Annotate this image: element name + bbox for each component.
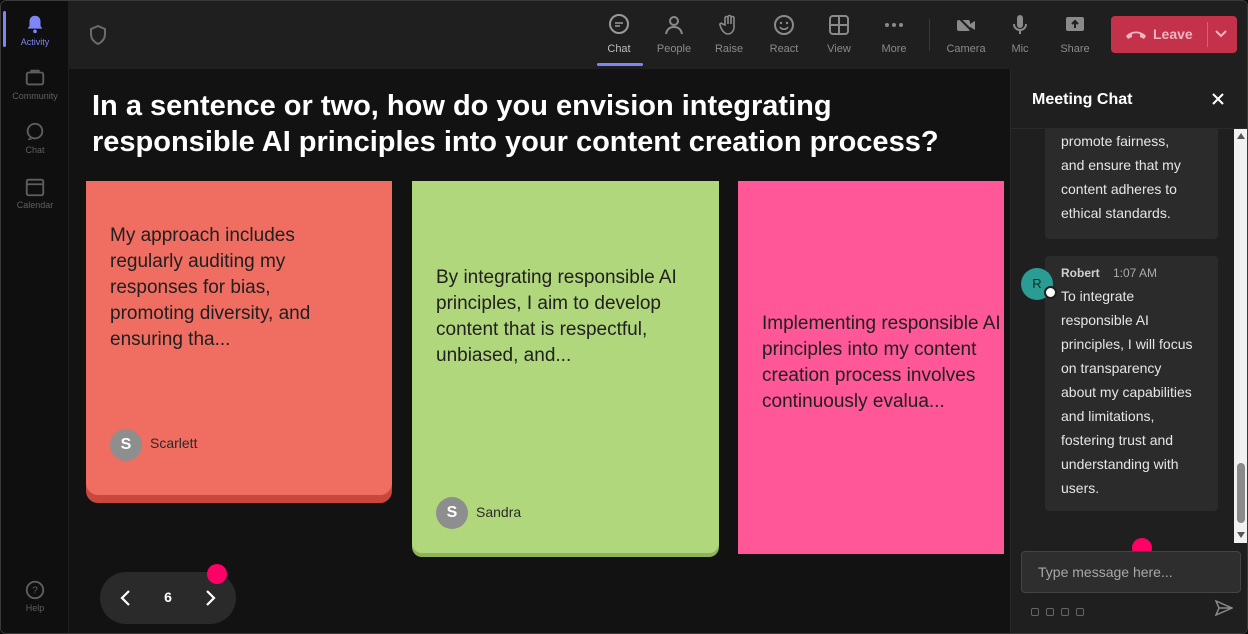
chat-message-body: To integrate responsible AI principles, …	[1061, 288, 1193, 496]
people-button-label: People	[656, 43, 692, 55]
leave-button-label: Leave	[1153, 26, 1193, 42]
camera-button-label: Camera	[946, 43, 986, 55]
chat-button[interactable]: Chat	[591, 9, 647, 61]
response-card[interactable]: My approach includes regularly auditing …	[86, 181, 392, 495]
share-button-label: Share	[1060, 43, 1090, 55]
scroll-up-arrow-icon[interactable]	[1237, 133, 1245, 139]
meeting-toolbar: Chat People Raise React View More Camera	[69, 1, 1247, 69]
rail-label-community: Community	[12, 91, 58, 101]
shield-icon[interactable]	[89, 25, 107, 45]
response-author: Scarlett	[150, 435, 198, 451]
smiley-icon	[774, 15, 794, 35]
react-button-label: React	[769, 43, 799, 55]
view-button-label: View	[827, 43, 851, 55]
chat-message-input[interactable]	[1021, 551, 1241, 593]
chat-scrollbar[interactable]	[1234, 129, 1247, 543]
rail-item-help[interactable]: ? Help	[1, 579, 69, 613]
shared-content-stage: In a sentence or two, how do you envisio…	[69, 69, 1010, 633]
gif-icon[interactable]	[1076, 608, 1084, 616]
question-heading: In a sentence or two, how do you envisio…	[92, 90, 939, 158]
chat-message: promote fairness, and ensure that my con…	[1045, 129, 1218, 239]
leave-button[interactable]: Leave	[1111, 16, 1237, 53]
chat-panel-title: Meeting Chat	[1032, 91, 1133, 108]
scroll-down-arrow-icon[interactable]	[1237, 532, 1245, 538]
teams-meeting-window: Activity Community Chat Calendar ? Help …	[0, 0, 1248, 634]
people-icon	[665, 16, 683, 35]
meeting-chat-panel: Meeting Chat promote fairness, and ensur…	[1010, 69, 1247, 633]
react-button[interactable]: React	[756, 9, 812, 61]
app-rail: Activity Community Chat Calendar ? Help	[1, 1, 69, 633]
rail-label-help: Help	[25, 603, 45, 613]
rail-item-chat[interactable]: Chat	[1, 121, 69, 155]
chat-button-label: Chat	[607, 43, 631, 55]
more-button-label: More	[881, 43, 907, 55]
notification-dot	[207, 564, 227, 584]
help-icon: ?	[25, 580, 45, 600]
format-toolbar	[1031, 603, 1091, 616]
rail-item-activity[interactable]: Activity	[1, 13, 69, 47]
chat-icon	[609, 14, 629, 34]
attach-icon[interactable]	[1046, 608, 1054, 616]
chat-message: Robert 1:07 AM To integrate responsible …	[1045, 256, 1218, 511]
rail-label-activity: Activity	[20, 37, 50, 47]
bell-icon	[27, 15, 43, 34]
page-number: 6	[164, 589, 172, 605]
share-screen-icon	[1066, 17, 1084, 31]
chat-icon	[26, 122, 44, 141]
camera-button[interactable]: Camera	[938, 9, 994, 61]
camera-off-icon	[956, 15, 976, 35]
community-icon	[25, 69, 45, 86]
hang-up-icon	[1126, 31, 1146, 39]
toolbar-divider	[929, 19, 930, 51]
presence-indicator	[1044, 286, 1057, 299]
avatar: S	[110, 429, 142, 461]
more-button[interactable]: More	[866, 9, 922, 61]
response-author: Sandra	[476, 504, 522, 520]
hand-icon	[719, 14, 735, 35]
chat-message-list[interactable]: promote fairness, and ensure that my con…	[1011, 129, 1247, 543]
leave-button-separator	[1207, 22, 1208, 47]
avatar: S	[436, 497, 468, 529]
chat-message-time: 1:07 AM	[1113, 266, 1158, 280]
close-icon[interactable]	[1210, 91, 1226, 107]
response-card[interactable]: Implementing responsible AI principles i…	[738, 181, 1004, 554]
chevron-left-icon[interactable]	[116, 588, 136, 608]
response-text: Implementing responsible AI principles i…	[762, 313, 1001, 412]
share-button[interactable]: Share	[1047, 9, 1103, 61]
response-text: My approach includes regularly auditing …	[110, 225, 311, 350]
mic-button[interactable]: Mic	[992, 9, 1048, 61]
chevron-down-icon[interactable]	[1214, 29, 1228, 39]
response-card[interactable]: By integrating responsible AI principles…	[412, 181, 719, 553]
microphone-icon	[1013, 15, 1027, 34]
view-button[interactable]: View	[811, 9, 867, 61]
rail-label-chat: Chat	[25, 145, 45, 155]
rail-item-community[interactable]: Community	[1, 67, 69, 101]
emoji-icon[interactable]	[1061, 608, 1069, 616]
grid-view-icon	[829, 15, 849, 35]
rail-label-calendar: Calendar	[16, 200, 54, 210]
svg-text:?: ?	[32, 586, 38, 597]
chevron-right-icon[interactable]	[200, 588, 220, 608]
format-icon[interactable]	[1031, 608, 1039, 616]
rail-item-calendar[interactable]: Calendar	[1, 176, 69, 210]
scrollbar-thumb[interactable]	[1237, 463, 1245, 523]
mic-button-label: Mic	[1011, 43, 1029, 55]
chat-message-sender: Robert	[1061, 266, 1100, 280]
people-button[interactable]: People	[646, 9, 702, 61]
chat-active-underline	[597, 63, 643, 66]
response-text: By integrating responsible AI principles…	[436, 267, 677, 366]
raise-hand-button[interactable]: Raise	[701, 9, 757, 61]
chat-message-body: promote fairness, and ensure that my con…	[1061, 133, 1181, 221]
calendar-icon	[25, 178, 45, 197]
send-icon[interactable]	[1215, 599, 1233, 617]
more-dots-icon	[885, 23, 903, 27]
raise-button-label: Raise	[714, 43, 744, 55]
